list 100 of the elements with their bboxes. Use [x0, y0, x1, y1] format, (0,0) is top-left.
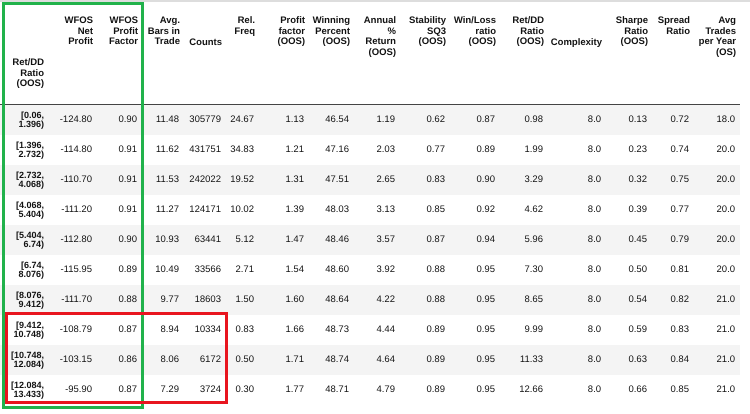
- table-cell-text: 1.66: [284, 323, 305, 338]
- table-cell: 0.72: [652, 105, 694, 135]
- table-cell-text: 0.85: [426, 203, 446, 218]
- table-cell: 5.96: [500, 225, 548, 255]
- table-cell-text: 0.66: [628, 383, 648, 398]
- table-cell: 0.79: [652, 225, 694, 255]
- table-cell-text: 8.0: [586, 263, 602, 278]
- row-header: [4.068, 5.404): [14, 198, 45, 221]
- table-cell: 1.19: [354, 105, 400, 135]
- table-cell: 8.0: [548, 285, 606, 315]
- table-cell: 6172: [184, 345, 226, 375]
- table-cell: -110.70: [52, 165, 97, 195]
- table-cell: 0.89: [400, 345, 450, 375]
- table-cell: 48.74: [309, 345, 354, 375]
- table-cell-text: 0.59: [628, 323, 648, 338]
- table-cell-text: 1.54: [284, 263, 305, 278]
- table-cell: 10.93: [142, 225, 184, 255]
- table-cell: -112.80: [52, 225, 97, 255]
- table-cell: 242022: [184, 165, 226, 195]
- table-cell: 21.0: [694, 285, 740, 315]
- table-cell-text: 4.79: [376, 383, 396, 398]
- table-cell-text: 0.91: [118, 203, 138, 218]
- table-cell-text: 4.44: [376, 323, 396, 338]
- table-cell: 8.0: [548, 345, 606, 375]
- table-cell: 3.29: [500, 165, 548, 195]
- table-cell: 0.98: [500, 105, 548, 135]
- row-header: [12.084, 13.433): [10, 378, 45, 401]
- table-cell: 0.83: [400, 165, 450, 195]
- table-cell: 0.54: [606, 285, 652, 315]
- table-cell-text: 0.81: [670, 263, 690, 278]
- table-cell-text: 0.50: [628, 263, 648, 278]
- table-cell: 20.0: [694, 165, 740, 195]
- table-cell-text: 0.95: [476, 323, 496, 338]
- table-cell: 0.87: [450, 105, 500, 135]
- row-header: [0.06, 1.396): [0, 105, 52, 135]
- table-cell: 0.86: [97, 345, 142, 375]
- table-cell-text: 0.83: [670, 323, 690, 338]
- table-cell-text: 3724: [198, 383, 222, 398]
- table-cell-text: 0.95: [476, 383, 496, 398]
- table-cell: 0.91: [97, 165, 142, 195]
- table-cell-text: -114.80: [59, 143, 93, 158]
- table-cell-text: 8.0: [586, 143, 602, 158]
- table-cell-text: 10334: [194, 323, 222, 338]
- table-cell-text: 8.0: [586, 323, 602, 338]
- table-cell: 305779: [184, 105, 226, 135]
- table-cell: 0.62: [400, 105, 450, 135]
- table-cell-text: 48.73: [324, 323, 350, 338]
- table-cell: 11.53: [142, 165, 184, 195]
- table-cell-text: 0.92: [476, 203, 496, 218]
- table-cell: 8.0: [548, 165, 606, 195]
- table-cell: 0.50: [226, 345, 259, 375]
- table-cell-text: 0.95: [476, 263, 496, 278]
- table-cell: 11.33: [500, 345, 548, 375]
- table-cell: 0.45: [606, 225, 652, 255]
- table-cell: 21.0: [694, 345, 740, 375]
- table-cell-text: 0.87: [118, 383, 138, 398]
- table-cell-text: 124171: [188, 203, 222, 218]
- row-header: [1.396, 2.732): [14, 138, 45, 161]
- table-cell-text: 0.77: [426, 143, 446, 158]
- table-cell-text: 47.16: [324, 143, 350, 158]
- table-cell: 0.32: [606, 165, 652, 195]
- table-cell: 0.13: [606, 105, 652, 135]
- row-header: [6.74, 8.076): [17, 258, 45, 281]
- row-header: [2.732, 4.068): [0, 165, 52, 195]
- table-cell: 0.95: [450, 345, 500, 375]
- table-cell-text: -108.79: [58, 323, 93, 338]
- table-cell: 1.47: [259, 225, 309, 255]
- table-cell: 63441: [184, 225, 226, 255]
- table-cell-text: 7.29: [160, 383, 180, 398]
- table-cell: 18.0: [694, 105, 740, 135]
- table-cell: 0.95: [450, 285, 500, 315]
- table-cell: 8.06: [142, 345, 184, 375]
- table-cell-text: 2.03: [376, 143, 396, 158]
- table-cell: 0.90: [450, 165, 500, 195]
- table-cell: 3.57: [354, 225, 400, 255]
- table-cell: 20.0: [694, 225, 740, 255]
- table-cell-text: -111.20: [60, 203, 93, 218]
- table-cell: 0.84: [652, 345, 694, 375]
- table-cell-text: 48.71: [324, 383, 350, 398]
- table-cell: 24.67: [226, 105, 259, 135]
- table-cell: 48.64: [309, 285, 354, 315]
- table-cell: 8.65: [500, 285, 548, 315]
- table-cell: 0.82: [652, 285, 694, 315]
- table-cell: 1.60: [259, 285, 309, 315]
- row-header: [9.412, 10.748): [12, 318, 45, 341]
- table-cell-text: 3.13: [376, 203, 396, 218]
- table-cell-text: 20.0: [716, 263, 736, 278]
- table-cell-text: 1.99: [524, 143, 544, 158]
- table-cell-text: 0.89: [426, 383, 446, 398]
- row-header: [5.404, 6.74): [0, 225, 52, 255]
- table-cell-text: 48.03: [324, 203, 350, 218]
- table-cell-text: 9.99: [524, 323, 544, 338]
- table-cell-text: 20.0: [716, 203, 736, 218]
- table-cell-text: 0.88: [426, 263, 446, 278]
- table-cell-text: 34.83: [229, 143, 255, 158]
- table-cell-text: 4.62: [524, 203, 544, 218]
- table-cell-text: 11.27: [154, 203, 180, 218]
- table-cell: 1.50: [226, 285, 259, 315]
- table-cell: 48.46: [309, 225, 354, 255]
- table-cell-text: 431751: [188, 143, 222, 158]
